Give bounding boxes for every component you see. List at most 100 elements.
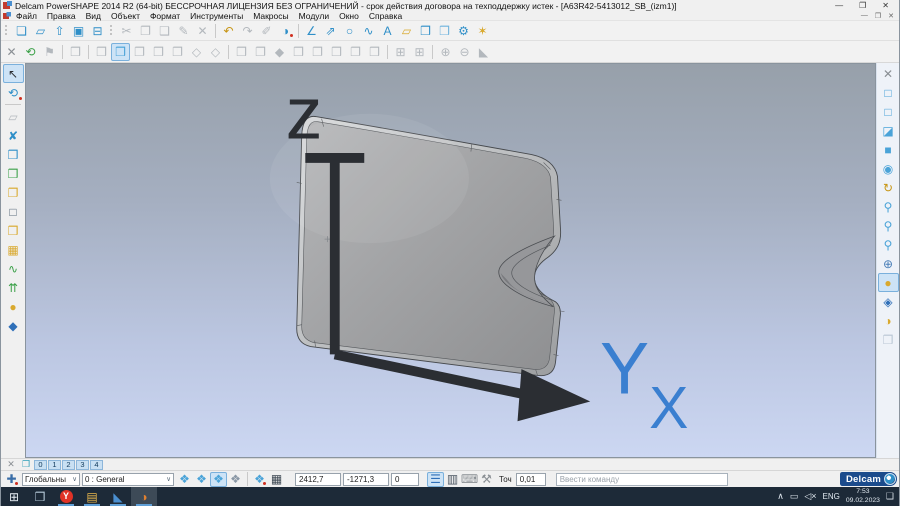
yandex-browser-icon[interactable]: Y: [53, 487, 79, 506]
orbit-tool-icon[interactable]: ⟲: [3, 83, 24, 102]
menu-item[interactable]: Макросы: [248, 11, 293, 21]
select-cursor-icon[interactable]: ↖: [3, 64, 24, 83]
zoom-help-icon[interactable]: ⚲: [878, 197, 899, 216]
curve-flow-icon[interactable]: ∿: [3, 259, 24, 278]
level-combo[interactable]: 0 : General∨: [82, 473, 174, 486]
view-wire-top-icon[interactable]: □: [878, 83, 899, 102]
cut-icon[interactable]: ✂: [117, 22, 136, 39]
open-model-icon[interactable]: ▱: [31, 22, 50, 39]
solid-tool-icon[interactable]: ❒: [416, 22, 435, 39]
curve-tool-icon[interactable]: ∿: [359, 22, 378, 39]
tolerance-field[interactable]: 0,01: [516, 473, 546, 486]
circle-tool-icon[interactable]: ○: [340, 22, 359, 39]
copy-icon[interactable]: ❐: [136, 22, 155, 39]
level-button[interactable]: 2: [62, 460, 75, 470]
mdi-minimize-button[interactable]: —: [861, 12, 868, 20]
coord-z-field[interactable]: 0: [391, 473, 419, 486]
menu-item[interactable]: Файл: [11, 11, 42, 21]
edit-pencil-icon[interactable]: ✐: [257, 22, 276, 39]
save-model-icon[interactable]: ▣: [69, 22, 88, 39]
workplane-new-icon[interactable]: ❖: [251, 472, 268, 487]
shaded-view-icon[interactable]: ●: [878, 273, 899, 292]
view-info-icon[interactable]: ▥: [444, 472, 461, 487]
menu-item[interactable]: Правка: [42, 11, 81, 21]
speaker-muted-icon[interactable]: ◁×: [804, 491, 816, 502]
menu-item[interactable]: Вид: [81, 11, 106, 21]
notification-icon[interactable]: ❑: [886, 491, 894, 502]
paste-icon[interactable]: ❑: [155, 22, 174, 39]
wire-cube-icon[interactable]: □: [3, 202, 24, 221]
command-input[interactable]: [556, 473, 728, 486]
surface-tool-icon[interactable]: ▱: [397, 22, 416, 39]
menu-item[interactable]: Справка: [364, 11, 407, 21]
format-paint-icon[interactable]: ✎: [174, 22, 193, 39]
view-wire-iso-icon[interactable]: □: [878, 102, 899, 121]
file-explorer-icon[interactable]: ▤: [79, 487, 105, 506]
import-model-icon[interactable]: ⇧: [50, 22, 69, 39]
line-tool-icon[interactable]: ∠: [302, 22, 321, 39]
start-button-icon[interactable]: ⊞: [1, 487, 27, 506]
close-view-toolbar-icon[interactable]: ✕: [878, 64, 899, 83]
levels-icon[interactable]: ❒: [19, 459, 33, 470]
surface-from-wire-icon[interactable]: ▱: [3, 107, 24, 126]
solid-block-tool-icon[interactable]: ❒: [435, 22, 454, 39]
tray-chevron-icon[interactable]: ∧: [777, 491, 784, 502]
solid-replace-icon[interactable]: ❒: [3, 164, 24, 183]
cone-tool-icon[interactable]: ◆: [3, 316, 24, 335]
language-indicator[interactable]: ENG: [823, 492, 840, 501]
monitor-icon[interactable]: ▭: [790, 491, 799, 502]
cad-app-icon[interactable]: ◣: [105, 487, 131, 506]
workplane-3-icon[interactable]: ❖: [210, 472, 227, 487]
view-wire-shaded-icon[interactable]: ◪: [878, 121, 899, 140]
wizard-tool-icon[interactable]: ✶: [473, 22, 492, 39]
view-visibility-icon[interactable]: ◉: [878, 159, 899, 178]
workplane-4-icon[interactable]: ❖: [227, 472, 244, 487]
new-model-icon[interactable]: ❏: [12, 22, 31, 39]
powershape-app-icon[interactable]: ◑: [131, 487, 157, 506]
multi-solids-icon[interactable]: ▦: [3, 240, 24, 259]
zoom-box-icon[interactable]: ⚲: [878, 235, 899, 254]
app-window-icon[interactable]: ❒: [27, 487, 53, 506]
solid-extrude-icon[interactable]: ❒: [3, 145, 24, 164]
close-button[interactable]: ✕: [882, 1, 889, 10]
wireframe-view-icon[interactable]: ◈: [878, 292, 899, 311]
keyboard-entry-icon[interactable]: ⌨: [461, 472, 478, 487]
zoom-fit-icon[interactable]: ⚲: [878, 216, 899, 235]
view-solid-cube-icon[interactable]: ■: [878, 140, 899, 159]
sphere-tool-icon[interactable]: ●: [3, 297, 24, 316]
arrows-field-icon[interactable]: ⇈: [3, 278, 24, 297]
level-button[interactable]: 4: [90, 460, 103, 470]
close-levels-icon[interactable]: ✕: [4, 459, 18, 470]
undo-icon[interactable]: ↶: [219, 22, 238, 39]
toolbar-grip[interactable]: [4, 24, 9, 37]
redo-icon[interactable]: ↷: [238, 22, 257, 39]
rotate-view-icon[interactable]: ↻: [878, 178, 899, 197]
clock[interactable]: 7:53 09.02.2023: [846, 488, 880, 504]
solid-pair-icon[interactable]: ❐: [3, 183, 24, 202]
workplane-1-icon[interactable]: ❖: [176, 472, 193, 487]
delete-icon[interactable]: ✕: [193, 22, 212, 39]
level-button[interactable]: 1: [48, 460, 61, 470]
close-solids-toolbar-icon[interactable]: ✕: [2, 43, 21, 61]
transparent-view-icon[interactable]: ❒: [878, 330, 899, 349]
maximize-button[interactable]: ❐: [859, 1, 866, 10]
workplane-2-icon[interactable]: ❖: [193, 472, 210, 487]
coord-x-field[interactable]: 2412,7: [295, 473, 341, 486]
menu-item[interactable]: Окно: [334, 11, 364, 21]
menu-item[interactable]: Объект: [106, 11, 145, 21]
mdi-close-button[interactable]: ✕: [888, 12, 894, 20]
render-view-icon[interactable]: ◑: [878, 311, 899, 330]
menu-item[interactable]: Формат: [145, 11, 185, 21]
limit-tool-icon[interactable]: ✘: [3, 126, 24, 145]
print-icon[interactable]: ⊟: [88, 22, 107, 39]
solid-arrow-icon[interactable]: ❒: [3, 221, 24, 240]
minimize-button[interactable]: —: [835, 1, 843, 10]
toolbar-grip[interactable]: [109, 24, 114, 37]
menu-item[interactable]: Модули: [294, 11, 334, 21]
arrow-tool-icon[interactable]: ⇗: [321, 22, 340, 39]
menu-item[interactable]: Инструменты: [185, 11, 248, 21]
mdi-restore-button[interactable]: ❐: [875, 12, 881, 20]
level-button[interactable]: 0: [34, 460, 47, 470]
feature-tool-icon[interactable]: ⚙: [454, 22, 473, 39]
viewport-3d[interactable]: z Y X: [25, 63, 876, 458]
